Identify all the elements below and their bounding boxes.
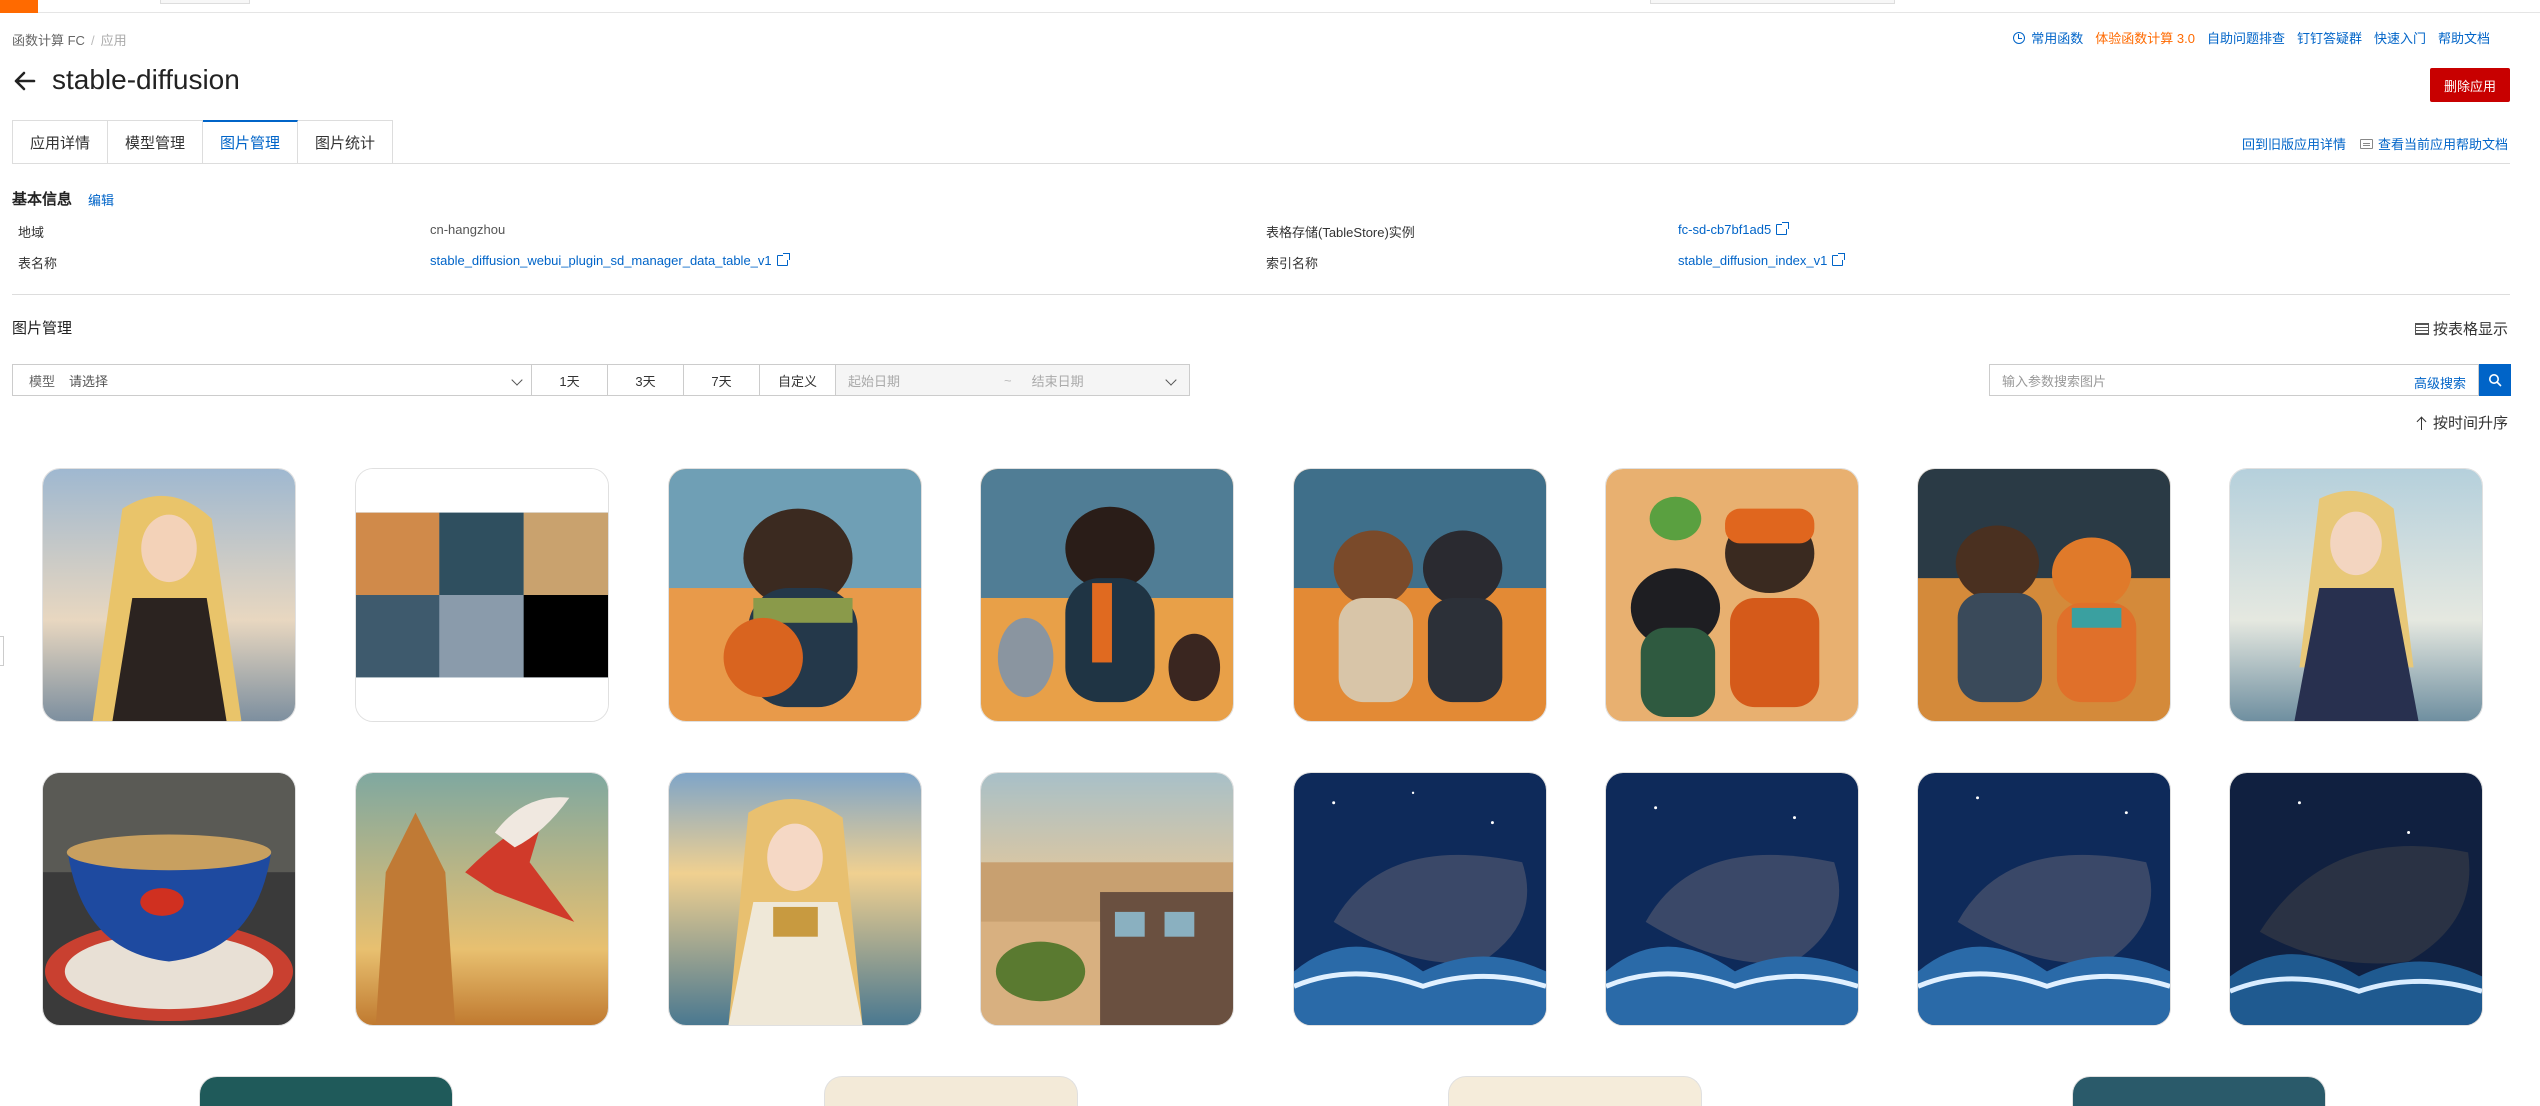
tab-model-management[interactable]: 模型管理 (108, 120, 204, 164)
top-nav-bar (0, 0, 2540, 13)
up-arrow-icon (2417, 416, 2427, 430)
range-7d-button[interactable]: 7天 (684, 364, 760, 396)
image-thumbnail[interactable] (2229, 468, 2483, 722)
range-3d-button[interactable]: 3天 (608, 364, 684, 396)
image-thumbnail[interactable] (1917, 468, 2171, 722)
search-button[interactable] (2479, 364, 2511, 396)
app-help-link[interactable]: 查看当前应用帮助文档 (2359, 134, 2508, 153)
model-label: 模型 (29, 373, 56, 389)
tab-bar: 应用详情 模型管理 图片管理 图片统计 (12, 120, 394, 164)
advanced-search-link[interactable]: 高级搜索 (2414, 373, 2466, 392)
range-custom-button[interactable]: 自定义 (760, 364, 836, 396)
table-name-label: 表名称 (18, 256, 58, 271)
clock-icon (2013, 32, 2026, 44)
index-name-label: 索引名称 (1266, 256, 1319, 271)
chevron-down-icon (511, 374, 523, 386)
image-thumbnail[interactable] (42, 772, 296, 1026)
back-arrow-icon[interactable] (12, 68, 38, 94)
image-thumbnail[interactable] (980, 468, 1234, 722)
image-thumbnail[interactable] (668, 772, 922, 1026)
common-functions-link[interactable]: 常用函数 (2013, 28, 2083, 47)
image-thumbnail[interactable] (199, 1076, 453, 1106)
image-thumbnail[interactable] (1293, 468, 1547, 722)
date-separator: ~ (1004, 372, 1012, 388)
dingtalk-group-link[interactable]: 钉钉答疑群 (2297, 28, 2362, 47)
external-link-icon (776, 253, 790, 266)
doc-icon (2359, 139, 2373, 149)
section-divider (12, 294, 2510, 295)
tab-image-management[interactable]: 图片管理 (203, 120, 299, 164)
tab-links: 回到旧版应用详情 查看当前应用帮助文档 (2242, 134, 2508, 153)
top-nav-item[interactable] (160, 0, 250, 4)
external-link-icon (1832, 253, 1846, 266)
page-title: stable-diffusion (52, 64, 240, 95)
filter-bar: 模型 请选择 1天 3天 7天 自定义 起始日期 ~ 结束日期 (12, 364, 1190, 396)
old-version-link[interactable]: 回到旧版应用详情 (2242, 134, 2346, 153)
image-thumbnail[interactable] (2072, 1076, 2326, 1106)
index-name-link[interactable]: stable_diffusion_index_v1 (1678, 253, 1846, 268)
end-date-input[interactable]: 结束日期 (1032, 371, 1084, 390)
breadcrumb-current[interactable]: 应用 (101, 33, 127, 48)
image-search: 输入参数搜索图片 高级搜索 (1989, 364, 2511, 396)
edit-link[interactable]: 编辑 (88, 190, 114, 209)
try-fc3-link[interactable]: 体验函数计算 3.0 (2095, 28, 2195, 47)
image-thumbnail[interactable] (824, 1076, 1078, 1106)
image-thumbnail[interactable] (1917, 772, 2171, 1026)
tablestore-link[interactable]: fc-sd-cb7bf1ad5 (1678, 222, 1790, 237)
image-thumbnail[interactable] (1605, 772, 1859, 1026)
tab-divider (12, 163, 2510, 164)
top-search-box[interactable] (1650, 0, 1895, 4)
image-thumbnail[interactable] (1293, 772, 1547, 1026)
table-name-link[interactable]: stable_diffusion_webui_plugin_sd_manager… (430, 253, 790, 268)
region-label: 地域 (18, 225, 45, 240)
region-value: cn-hangzhou (430, 222, 506, 237)
search-input[interactable]: 输入参数搜索图片 高级搜索 (1989, 364, 2479, 396)
tab-image-stats[interactable]: 图片统计 (298, 120, 394, 164)
tab-app-details[interactable]: 应用详情 (12, 120, 109, 164)
help-docs-link[interactable]: 帮助文档 (2438, 28, 2490, 47)
top-links: 常用函数 体验函数计算 3.0 自助问题排查 钉钉答疑群 快速入门 帮助文档 (2013, 28, 2490, 47)
side-scroll-handle[interactable] (0, 636, 4, 666)
range-1d-button[interactable]: 1天 (532, 364, 608, 396)
image-thumbnail[interactable] (42, 468, 296, 722)
image-thumbnail[interactable] (2229, 772, 2483, 1026)
breadcrumb-root[interactable]: 函数计算 FC (12, 33, 85, 48)
quick-start-link[interactable]: 快速入门 (2374, 28, 2426, 47)
search-icon (2489, 374, 2502, 387)
image-thumbnail[interactable] (1605, 468, 1859, 722)
model-select[interactable]: 模型 请选择 (12, 364, 532, 396)
image-thumbnail[interactable] (1448, 1076, 1702, 1106)
tablestore-label: 表格存储(TableStore)实例 (1266, 225, 1415, 240)
delete-app-button[interactable]: 删除应用 (2430, 68, 2510, 102)
breadcrumb: 函数计算 FC / 应用 (12, 33, 127, 48)
grid-icon (2414, 322, 2429, 335)
image-thumbnail[interactable] (668, 468, 922, 722)
table-view-toggle[interactable]: 按表格显示 (2414, 318, 2508, 339)
image-management-title: 图片管理 (12, 320, 73, 337)
start-date-input[interactable]: 起始日期 (848, 371, 900, 390)
chevron-down-icon (1165, 374, 1177, 386)
external-link-icon (1776, 222, 1790, 235)
image-thumbnail[interactable] (355, 772, 609, 1026)
brand-logo[interactable] (0, 0, 38, 13)
image-thumbnail[interactable] (355, 468, 609, 722)
image-thumbnail[interactable] (980, 772, 1234, 1026)
self-diagnosis-link[interactable]: 自助问题排查 (2207, 28, 2285, 47)
date-range-picker[interactable]: 起始日期 ~ 结束日期 (836, 364, 1190, 396)
basic-info-title: 基本信息 (12, 191, 73, 208)
model-placeholder: 请选择 (69, 373, 109, 389)
sort-toggle[interactable]: 按时间升序 (2417, 412, 2508, 433)
